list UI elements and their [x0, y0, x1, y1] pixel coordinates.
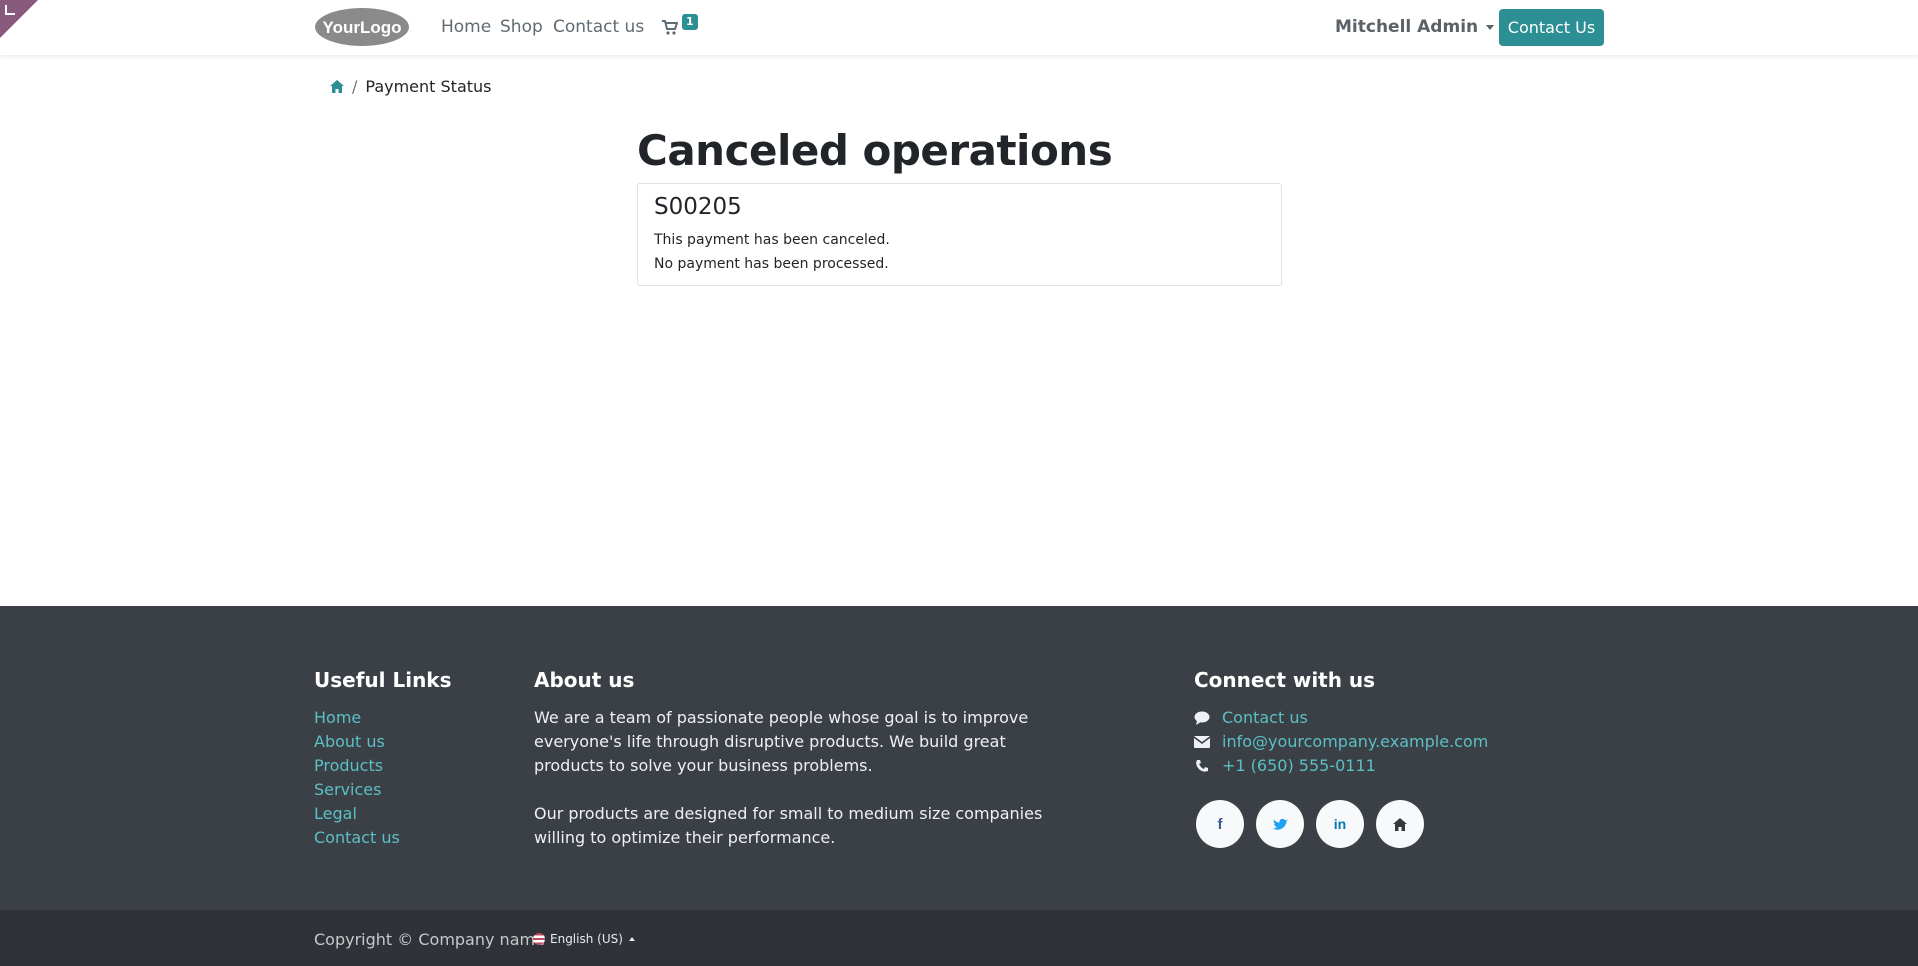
top-navbar: YourLogo Home Shop Contact us 1 Mitchell… — [0, 0, 1918, 55]
home-icon[interactable] — [1376, 800, 1424, 848]
social-links: f in — [1194, 800, 1488, 848]
twitter-icon[interactable] — [1256, 800, 1304, 848]
comment-icon — [1194, 711, 1210, 725]
chevron-down-icon — [1486, 24, 1495, 30]
language-selector[interactable]: English (US) — [533, 932, 635, 946]
breadcrumb-separator: / — [352, 77, 358, 96]
breadcrumb-current: Payment Status — [365, 77, 492, 96]
user-name: Mitchell Admin — [1335, 17, 1479, 37]
about-text-2: Our products are designed for small to m… — [534, 804, 1043, 847]
footer: Useful Links Home About us Products Serv… — [0, 606, 1918, 910]
user-menu-dropdown[interactable]: Mitchell Admin — [1335, 17, 1495, 37]
cart-count-badge: 1 — [682, 14, 698, 30]
contact-us-link[interactable]: Contact us — [1222, 706, 1308, 730]
footer-link-contact[interactable]: Contact us — [314, 826, 452, 850]
linkedin-icon[interactable]: in — [1316, 800, 1364, 848]
home-icon[interactable] — [330, 80, 344, 93]
phone-icon — [1196, 760, 1208, 772]
breadcrumb: / Payment Status — [330, 77, 492, 96]
logo[interactable]: YourLogo — [314, 7, 410, 47]
email-link[interactable]: info@yourcompany.example.com — [1222, 730, 1488, 754]
us-flag-icon — [533, 933, 545, 945]
status-message: This payment has been canceled. — [654, 232, 890, 248]
about-text: We are a team of passionate people whose… — [534, 708, 1029, 775]
connect-section: Connect with us Contact us info@yourcomp… — [1194, 668, 1488, 848]
envelope-icon — [1194, 736, 1210, 748]
nav-home[interactable]: Home — [441, 17, 491, 37]
footer-link-services[interactable]: Services — [314, 778, 452, 802]
caret-up-icon — [628, 937, 635, 941]
cart-icon — [662, 20, 678, 35]
facebook-icon[interactable]: f — [1196, 800, 1244, 848]
order-reference: S00205 — [654, 194, 742, 220]
useful-links-title: Useful Links — [314, 668, 452, 692]
connect-title: Connect with us — [1194, 668, 1376, 692]
logo-text: YourLogo — [323, 18, 402, 37]
phone-link[interactable]: +1 (650) 555-0111 — [1222, 754, 1376, 778]
nav-shop[interactable]: Shop — [500, 17, 543, 37]
useful-links-section: Useful Links Home About us Products Serv… — [314, 668, 452, 850]
copyright-bar: Copyright © Company name English (US) — [0, 910, 1918, 966]
status-detail: No payment has been processed. — [654, 256, 889, 272]
nav-contact-us[interactable]: Contact us — [553, 17, 644, 37]
footer-link-about[interactable]: About us — [314, 730, 452, 754]
footer-link-products[interactable]: Products — [314, 754, 452, 778]
footer-link-legal[interactable]: Legal — [314, 802, 452, 826]
payment-status-card: S00205 This payment has been canceled. N… — [637, 183, 1282, 286]
edit-corner-icon — [5, 5, 15, 15]
contact-us-button[interactable]: Contact Us — [1499, 9, 1604, 46]
about-title: About us — [534, 668, 635, 692]
page-title: Canceled operations — [637, 126, 1113, 175]
language-label: English (US) — [550, 932, 623, 946]
footer-link-home[interactable]: Home — [314, 706, 452, 730]
copyright-text: Copyright © Company name — [314, 930, 545, 949]
about-section: About us We are a team of passionate peo… — [534, 668, 1064, 850]
cart-button[interactable]: 1 — [660, 14, 700, 40]
